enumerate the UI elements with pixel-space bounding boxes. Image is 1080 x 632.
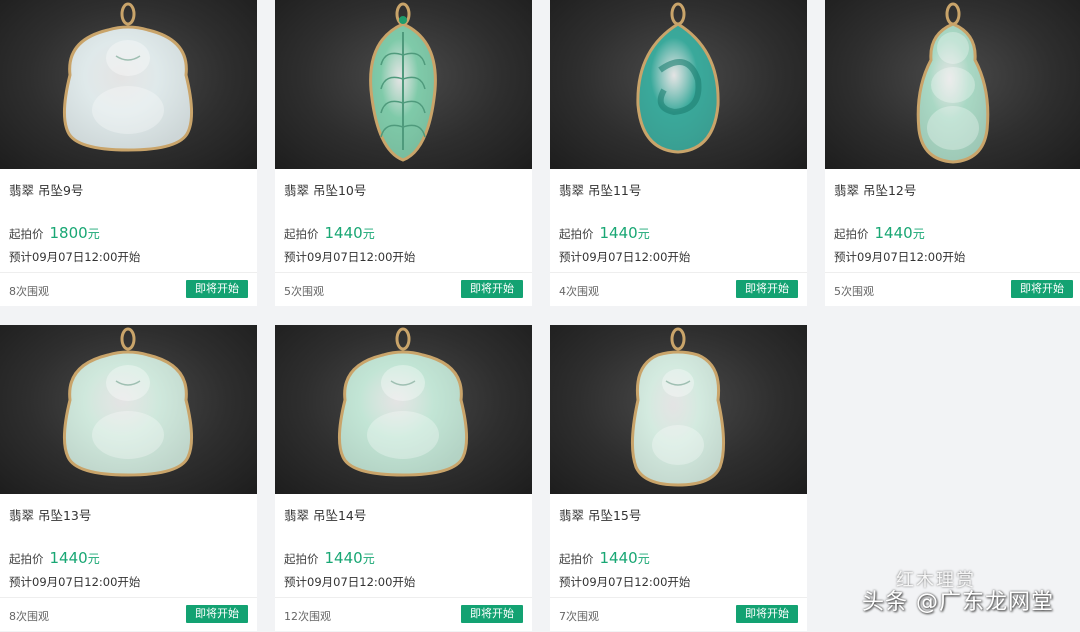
starting-price: 1440 — [599, 224, 638, 242]
jade-pendant-image — [630, 327, 726, 487]
product-photo[interactable] — [275, 325, 532, 494]
price-unit: 元 — [362, 552, 375, 566]
starting-price: 1440 — [599, 549, 638, 567]
price-label: 起拍价 — [559, 227, 594, 241]
coming-soon-button[interactable]: 即将开始 — [736, 605, 798, 623]
product-title[interactable]: 翡翠 吊坠9号 — [9, 180, 83, 199]
coming-soon-button[interactable]: 即将开始 — [461, 605, 523, 623]
price-unit: 元 — [87, 227, 100, 241]
listing-card[interactable]: 翡翠 吊坠10号 起拍价 1440元 预计09月07日12:00开始 5次围观 即… — [275, 0, 532, 306]
start-time: 预计09月07日12:00开始 — [284, 250, 416, 264]
view-count: 4次围观 — [559, 285, 599, 298]
view-count: 12次围观 — [284, 610, 331, 623]
product-title[interactable]: 翡翠 吊坠11号 — [559, 180, 641, 199]
price-unit: 元 — [912, 227, 925, 241]
price-label: 起拍价 — [284, 552, 319, 566]
start-time: 预计09月07日12:00开始 — [9, 250, 141, 264]
starting-price: 1440 — [324, 549, 363, 567]
price-row: 起拍价 1800元 — [9, 223, 100, 243]
price-label: 起拍价 — [284, 227, 319, 241]
price-unit: 元 — [362, 227, 375, 241]
divider — [275, 597, 532, 598]
divider — [825, 272, 1080, 273]
price-row: 起拍价 1440元 — [559, 223, 650, 243]
start-time: 预计09月07日12:00开始 — [284, 575, 416, 589]
divider — [550, 272, 807, 273]
coming-soon-button[interactable]: 即将开始 — [186, 605, 248, 623]
divider — [0, 272, 257, 273]
start-time: 预计09月07日12:00开始 — [559, 250, 691, 264]
jade-pendant-image — [636, 2, 720, 154]
listing-card[interactable]: 翡翠 吊坠15号 起拍价 1440元 预计09月07日12:00开始 7次围观 即… — [550, 325, 807, 631]
divider — [275, 272, 532, 273]
coming-soon-button[interactable]: 即将开始 — [461, 280, 523, 298]
jade-pendant-image — [338, 327, 468, 477]
product-photo[interactable] — [275, 0, 532, 169]
price-unit: 元 — [637, 227, 650, 241]
price-row: 起拍价 1440元 — [284, 548, 375, 568]
price-unit: 元 — [637, 552, 650, 566]
product-photo[interactable] — [825, 0, 1080, 169]
start-time: 预计09月07日12:00开始 — [9, 575, 141, 589]
listing-card[interactable]: 翡翠 吊坠9号 起拍价 1800元 预计09月07日12:00开始 8次围观 即将… — [0, 0, 257, 306]
jade-pendant-image — [63, 327, 193, 477]
coming-soon-button[interactable]: 即将开始 — [186, 280, 248, 298]
starting-price: 1440 — [324, 224, 363, 242]
price-row: 起拍价 1440元 — [834, 223, 925, 243]
price-label: 起拍价 — [559, 552, 594, 566]
listing-card[interactable]: 翡翠 吊坠11号 起拍价 1440元 预计09月07日12:00开始 4次围观 即… — [550, 0, 807, 306]
product-photo[interactable] — [0, 0, 257, 169]
listing-card[interactable]: 翡翠 吊坠13号 起拍价 1440元 预计09月07日12:00开始 8次围观 即… — [0, 325, 257, 631]
price-label: 起拍价 — [9, 227, 44, 241]
starting-price: 1440 — [49, 549, 88, 567]
price-label: 起拍价 — [834, 227, 869, 241]
price-row: 起拍价 1440元 — [9, 548, 100, 568]
price-row: 起拍价 1440元 — [559, 548, 650, 568]
price-label: 起拍价 — [9, 552, 44, 566]
product-photo[interactable] — [0, 325, 257, 494]
starting-price: 1440 — [874, 224, 913, 242]
view-count: 7次围观 — [559, 610, 599, 623]
listing-grid: 翡翠 吊坠9号 起拍价 1800元 预计09月07日12:00开始 8次围观 即将… — [0, 0, 1080, 632]
listing-card[interactable]: 翡翠 吊坠12号 起拍价 1440元 预计09月07日12:00开始 5次围观 即… — [825, 0, 1080, 306]
divider — [0, 597, 257, 598]
product-photo[interactable] — [550, 0, 807, 169]
jade-pendant-image — [916, 2, 990, 164]
view-count: 5次围观 — [834, 285, 874, 298]
product-title[interactable]: 翡翠 吊坠15号 — [559, 505, 641, 524]
jade-pendant-image — [369, 2, 437, 162]
product-title[interactable]: 翡翠 吊坠13号 — [9, 505, 91, 524]
product-title[interactable]: 翡翠 吊坠14号 — [284, 505, 366, 524]
product-title[interactable]: 翡翠 吊坠12号 — [834, 180, 916, 199]
coming-soon-button[interactable]: 即将开始 — [736, 280, 798, 298]
start-time: 预计09月07日12:00开始 — [834, 250, 966, 264]
starting-price: 1800 — [49, 224, 88, 242]
listing-card[interactable]: 翡翠 吊坠14号 起拍价 1440元 预计09月07日12:00开始 12次围观 … — [275, 325, 532, 631]
jade-pendant-image — [63, 2, 193, 152]
divider — [550, 597, 807, 598]
price-unit: 元 — [87, 552, 100, 566]
start-time: 预计09月07日12:00开始 — [559, 575, 691, 589]
price-row: 起拍价 1440元 — [284, 223, 375, 243]
watermark-source: 头条 @广东龙网堂 — [862, 590, 1054, 615]
view-count: 5次围观 — [284, 285, 324, 298]
coming-soon-button[interactable]: 即将开始 — [1011, 280, 1073, 298]
view-count: 8次围观 — [9, 610, 49, 623]
view-count: 8次围观 — [9, 285, 49, 298]
product-photo[interactable] — [550, 325, 807, 494]
product-title[interactable]: 翡翠 吊坠10号 — [284, 180, 366, 199]
